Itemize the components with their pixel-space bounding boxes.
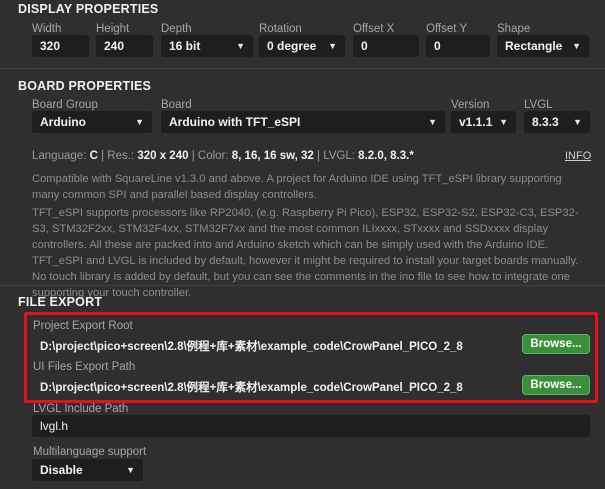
resolution-value: 320 x 240 <box>137 150 189 162</box>
lvgl-support-label: | LVGL: <box>317 150 355 162</box>
board-label: Board <box>161 99 192 111</box>
board-dropdown[interactable]: Arduino with TFT_eSPI ▼ <box>161 111 445 133</box>
shape-label: Shape <box>497 23 531 35</box>
multilanguage-value: Disable <box>40 463 83 477</box>
multilanguage-label: Multilanguage support <box>33 446 147 458</box>
width-input[interactable]: 320 <box>32 35 89 57</box>
lvgl-include-input[interactable]: lvgl.h <box>32 415 590 437</box>
language-label: Language: <box>32 150 87 162</box>
width-label: Width <box>32 23 62 35</box>
version-dropdown[interactable]: v1.1.1 ▼ <box>451 111 516 133</box>
depth-label: Depth <box>161 23 192 35</box>
chevron-down-icon: ▼ <box>236 41 245 51</box>
lvgl-include-label: LVGL Include Path <box>33 403 129 415</box>
rotation-label: Rotation <box>259 23 302 35</box>
section-divider <box>0 68 605 69</box>
offset-x-input[interactable]: 0 <box>353 35 419 57</box>
chevron-down-icon: ▼ <box>572 41 581 51</box>
offset-y-label: Offset Y <box>426 23 468 35</box>
section-divider <box>0 285 605 286</box>
ui-files-export-path: D:\project\pico+screen\2.8\例程+库+素材\examp… <box>40 382 463 394</box>
board-properties-title: BOARD PROPERTIES <box>18 79 152 93</box>
lvgl-dropdown[interactable]: 8.3.3 ▼ <box>524 111 590 133</box>
chevron-down-icon: ▼ <box>135 117 144 127</box>
project-root-browse-button[interactable]: Browse... <box>522 334 590 354</box>
resolution-label: | Res.: <box>101 150 135 162</box>
project-export-root-label: Project Export Root <box>33 320 133 332</box>
language-value: C <box>89 150 98 162</box>
depth-dropdown[interactable]: 16 bit ▼ <box>161 35 253 57</box>
board-description-2: TFT_eSPI supports processors like RP2040… <box>32 207 579 299</box>
version-value: v1.1.1 <box>459 115 493 129</box>
chevron-down-icon: ▼ <box>328 41 337 51</box>
version-label: Version <box>451 99 490 111</box>
file-export-title: FILE EXPORT <box>18 295 103 309</box>
rotation-dropdown[interactable]: 0 degree ▼ <box>259 35 345 57</box>
color-label: | Color: <box>191 150 229 162</box>
chevron-down-icon: ▼ <box>428 117 437 127</box>
chevron-down-icon: ▼ <box>499 117 508 127</box>
ui-files-browse-button[interactable]: Browse... <box>522 375 590 395</box>
height-input[interactable]: 240 <box>96 35 153 57</box>
display-properties-title: DISPLAY PROPERTIES <box>18 2 159 16</box>
board-description-1: Compatible with SquareLine v1.3.0 and ab… <box>32 173 562 201</box>
board-info-line: Language: C | Res.: 320 x 240 | Color: 8… <box>32 150 414 162</box>
shape-dropdown[interactable]: Rectangle ▼ <box>497 35 589 57</box>
offset-x-label: Offset X <box>353 23 395 35</box>
depth-value: 16 bit <box>169 39 201 53</box>
board-group-label: Board Group <box>32 99 98 111</box>
board-group-dropdown[interactable]: Arduino ▼ <box>32 111 152 133</box>
lvgl-support-value: 8.2.0, 8.3.* <box>358 150 414 162</box>
info-link[interactable]: INFO <box>565 150 591 162</box>
height-label: Height <box>96 23 130 35</box>
board-value: Arduino with TFT_eSPI <box>169 115 301 129</box>
lvgl-value: 8.3.3 <box>532 115 559 129</box>
lvgl-label: LVGL <box>524 99 553 111</box>
chevron-down-icon: ▼ <box>573 117 582 127</box>
chevron-down-icon: ▼ <box>126 465 135 475</box>
rotation-value: 0 degree <box>267 39 317 53</box>
project-export-root-path: D:\project\pico+screen\2.8\例程+库+素材\examp… <box>40 341 463 353</box>
board-group-value: Arduino <box>40 115 86 129</box>
offset-y-input[interactable]: 0 <box>426 35 490 57</box>
ui-files-export-label: UI Files Export Path <box>33 361 136 373</box>
multilanguage-dropdown[interactable]: Disable ▼ <box>32 459 143 481</box>
shape-value: Rectangle <box>505 39 563 53</box>
color-value: 8, 16, 16 sw, 32 <box>231 150 314 162</box>
